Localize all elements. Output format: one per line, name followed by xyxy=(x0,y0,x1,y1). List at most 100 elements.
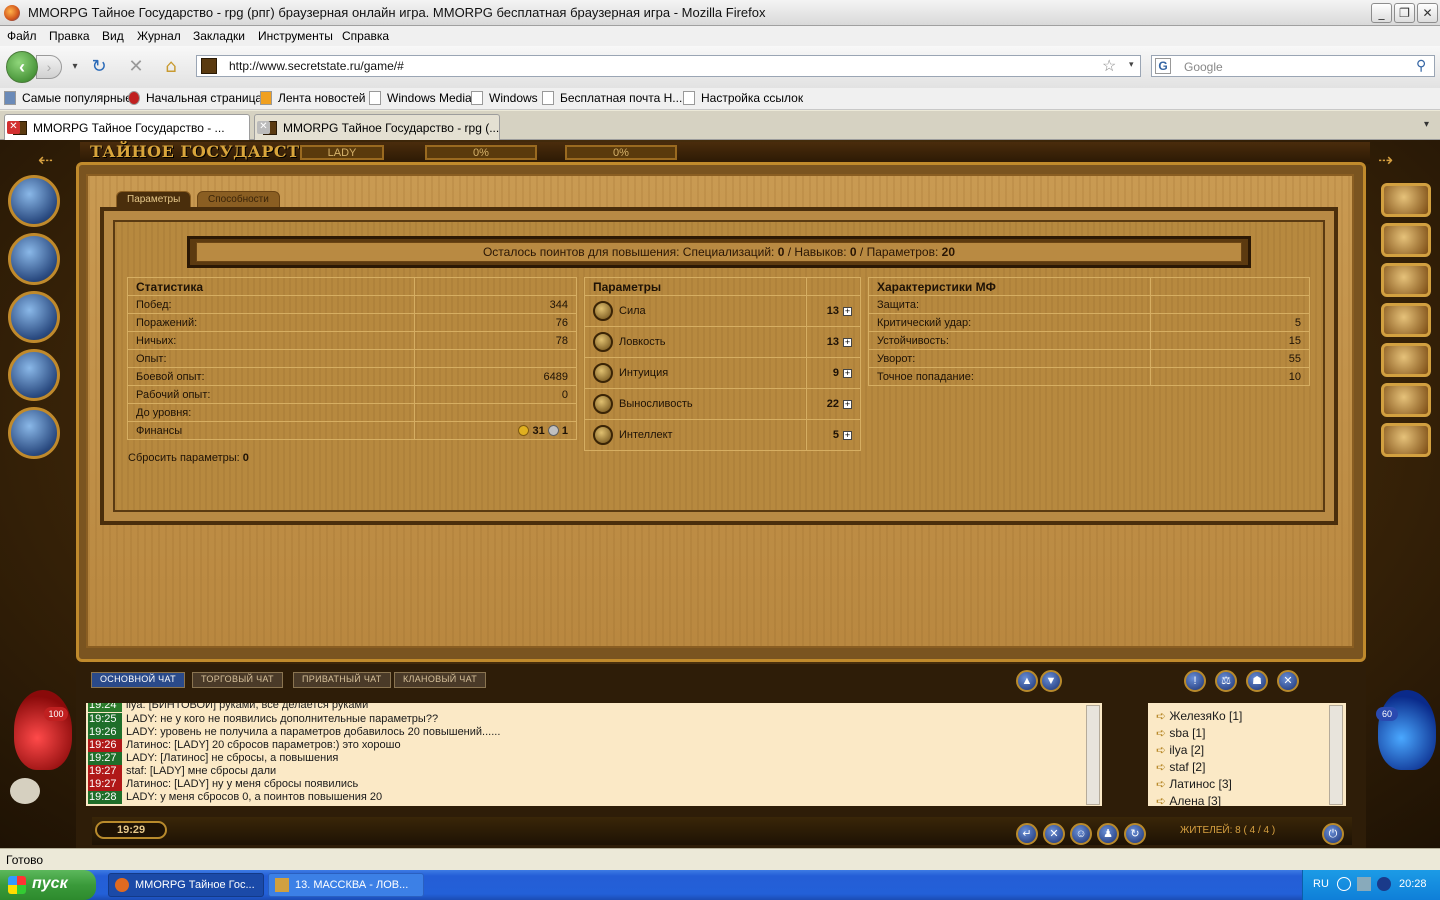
tab-list-icon[interactable]: ▾ xyxy=(1424,119,1429,130)
url-bar[interactable]: http://www.secretstate.ru/game/# ☆ ▾ xyxy=(196,55,1141,77)
minimize-button[interactable]: _ xyxy=(1371,3,1392,23)
table-row: Ловкость 13 + xyxy=(584,326,861,358)
add-agility-button[interactable]: + xyxy=(843,337,852,347)
table-row: Критический удар: 5 xyxy=(868,313,1310,332)
maximize-button[interactable]: ❐ xyxy=(1394,3,1415,23)
exit-icon[interactable] xyxy=(1381,423,1431,457)
menu-tools[interactable]: Инструменты xyxy=(258,29,333,43)
add-strength-button[interactable]: + xyxy=(843,306,852,316)
map-icon[interactable] xyxy=(8,175,60,227)
eye-icon[interactable] xyxy=(1381,383,1431,417)
table-row: Точное попадание: 10 xyxy=(868,367,1310,386)
tab-active[interactable]: MMORPG Тайное Государство - ... ✕ xyxy=(4,114,250,140)
back-arrow-icon[interactable] xyxy=(1381,183,1431,217)
chat-line: 19:26 Латинос: [LADY] 20 сбросов параметр… xyxy=(88,739,401,752)
clear-icon[interactable]: ✕ xyxy=(1043,823,1065,845)
language-indicator[interactable]: RU xyxy=(1313,878,1329,890)
parameters-table: Параметры Сила 13 + Ловкость 13 + Интуиция 9 +… xyxy=(584,277,861,451)
tray-arrow-icon[interactable] xyxy=(1337,877,1351,891)
user-item[interactable]: ➪ ilya [2] xyxy=(1156,743,1204,757)
search-icon[interactable]: ⚲ xyxy=(1416,57,1426,74)
inventory-icon[interactable] xyxy=(8,291,60,343)
menu-help[interactable]: Справка xyxy=(342,29,389,43)
network-icon[interactable] xyxy=(1357,877,1371,891)
chat-line: 19:24 ilya: [БИНТОВОЙ] руками, все делает… xyxy=(88,703,368,712)
game-logo: ТАЙНОЕ ГОСУДАРСТВО xyxy=(90,142,328,161)
arrow-right-icon[interactable]: ⇢ xyxy=(1378,150,1393,171)
gold-coin-icon xyxy=(518,425,530,437)
arrow-left-icon[interactable]: ⇠ xyxy=(38,150,53,171)
menu-bookmarks[interactable]: Закладки xyxy=(193,29,245,43)
start-button[interactable]: пуск xyxy=(0,870,96,900)
person-icon[interactable]: ♟ xyxy=(1097,823,1119,845)
scales-icon[interactable]: ⚖ xyxy=(1215,670,1237,692)
user-item[interactable]: ➪ staf [2] xyxy=(1156,760,1205,774)
user-item[interactable]: ➪ Латинос [3] xyxy=(1156,777,1232,791)
google-icon[interactable]: G xyxy=(1155,58,1171,74)
add-endurance-button[interactable]: + xyxy=(843,399,852,409)
chat-log: 19:24 ilya: [БИНТОВОЙ] руками, все делает… xyxy=(86,703,1102,806)
cancel-icon[interactable]: ✕ xyxy=(1277,670,1299,692)
battle-icon[interactable] xyxy=(8,349,60,401)
close-tab-icon[interactable]: ✕ xyxy=(7,121,20,134)
table-row: Поражений: 76 xyxy=(127,313,577,332)
tab-trade-chat[interactable]: ТОРГОВЫЙ ЧАТ xyxy=(192,672,283,688)
taskbar-item-firefox[interactable]: MMORPG Тайное Гос... xyxy=(108,873,264,897)
back-button[interactable]: ‹ xyxy=(6,51,38,83)
logout-icon[interactable]: ⏻ xyxy=(1322,823,1344,845)
table-row: Боевой опыт: 6489 xyxy=(127,367,577,386)
forward-button[interactable]: › xyxy=(36,55,62,79)
user-item[interactable]: ➪ ЖелезяКо [1] xyxy=(1156,709,1242,723)
bookmark-free-mail[interactable]: Бесплатная почта H... xyxy=(542,91,682,105)
menu-history[interactable]: Журнал xyxy=(137,29,181,43)
search-box[interactable]: G Google ⚲ xyxy=(1151,55,1435,77)
url-dropdown-icon[interactable]: ▾ xyxy=(1129,59,1134,70)
group-icon[interactable]: ☗ xyxy=(1246,670,1268,692)
close-window-button[interactable]: ✕ xyxy=(1417,3,1438,23)
user-item[interactable]: ➪ Алена [3] xyxy=(1156,794,1221,806)
smiley-icon[interactable]: ☺ xyxy=(1070,823,1092,845)
users-scrollbar[interactable] xyxy=(1329,705,1343,805)
home-icon[interactable]: ⌂ xyxy=(160,56,182,78)
user-item[interactable]: ➪ sba [1] xyxy=(1156,726,1205,740)
scroll-up-icon[interactable]: ▲ xyxy=(1016,670,1038,692)
firefox-task-icon xyxy=(115,878,129,892)
menu-edit[interactable]: Правка xyxy=(49,29,90,43)
reload-icon[interactable]: ↻ xyxy=(88,56,110,78)
chat-scrollbar[interactable] xyxy=(1086,705,1100,805)
menu-file[interactable]: Файл xyxy=(7,29,37,43)
bookmark-windows[interactable]: Windows xyxy=(471,91,538,105)
bookmark-news-feed[interactable]: Лента новостей xyxy=(260,91,366,105)
parameters-header: Параметры xyxy=(584,277,807,296)
history-dropdown-icon[interactable]: ▾ xyxy=(64,56,86,78)
tab-main-chat[interactable]: ОСНОВНОЙ ЧАТ xyxy=(91,672,185,688)
bookmark-most-visited[interactable]: Самые популярные xyxy=(4,91,132,105)
taskbar-item-media[interactable]: 13. МАССКВА - ЛОВ... xyxy=(268,873,424,897)
mf-table: Характеристики МФ Защита: Критический уд… xyxy=(868,277,1310,386)
alert-icon[interactable]: ! xyxy=(1184,670,1206,692)
bookmark-windows-media[interactable]: Windows Media xyxy=(369,91,472,105)
bookmark-star-icon[interactable]: ☆ xyxy=(1102,56,1116,76)
players-icon[interactable] xyxy=(1381,303,1431,337)
scroll-icon[interactable] xyxy=(1381,343,1431,377)
refresh-icon[interactable]: ↻ xyxy=(1124,823,1146,845)
scroll-down-icon[interactable]: ▼ xyxy=(1040,670,1062,692)
close-tab-icon[interactable]: ✕ xyxy=(257,121,270,134)
tab-inactive[interactable]: MMORPG Тайное Государство - rpg (... ✕ xyxy=(254,114,500,140)
shield-icon[interactable] xyxy=(1381,263,1431,297)
table-row: Побед: 344 xyxy=(127,295,577,314)
tab-clan-chat[interactable]: КЛАНОВЫЙ ЧАТ xyxy=(394,672,486,688)
bookmark-customize-links[interactable]: Настройка ссылок xyxy=(683,91,803,105)
security-icon[interactable] xyxy=(1377,877,1391,891)
tab-private-chat[interactable]: ПРИВАТНЫЙ ЧАТ xyxy=(293,672,391,688)
add-intellect-button[interactable]: + xyxy=(843,430,852,440)
stop-icon[interactable]: ✕ xyxy=(125,56,147,78)
table-row: Рабочий опыт: 0 xyxy=(127,385,577,404)
clan-icon[interactable] xyxy=(8,407,60,459)
add-intuition-button[interactable]: + xyxy=(843,368,852,378)
menu-view[interactable]: Вид xyxy=(102,29,124,43)
forward-arrow-icon[interactable] xyxy=(1381,223,1431,257)
send-icon[interactable]: ↵ xyxy=(1016,823,1038,845)
bookmark-start-page[interactable]: Начальная страница xyxy=(128,91,262,105)
character-icon[interactable] xyxy=(8,233,60,285)
